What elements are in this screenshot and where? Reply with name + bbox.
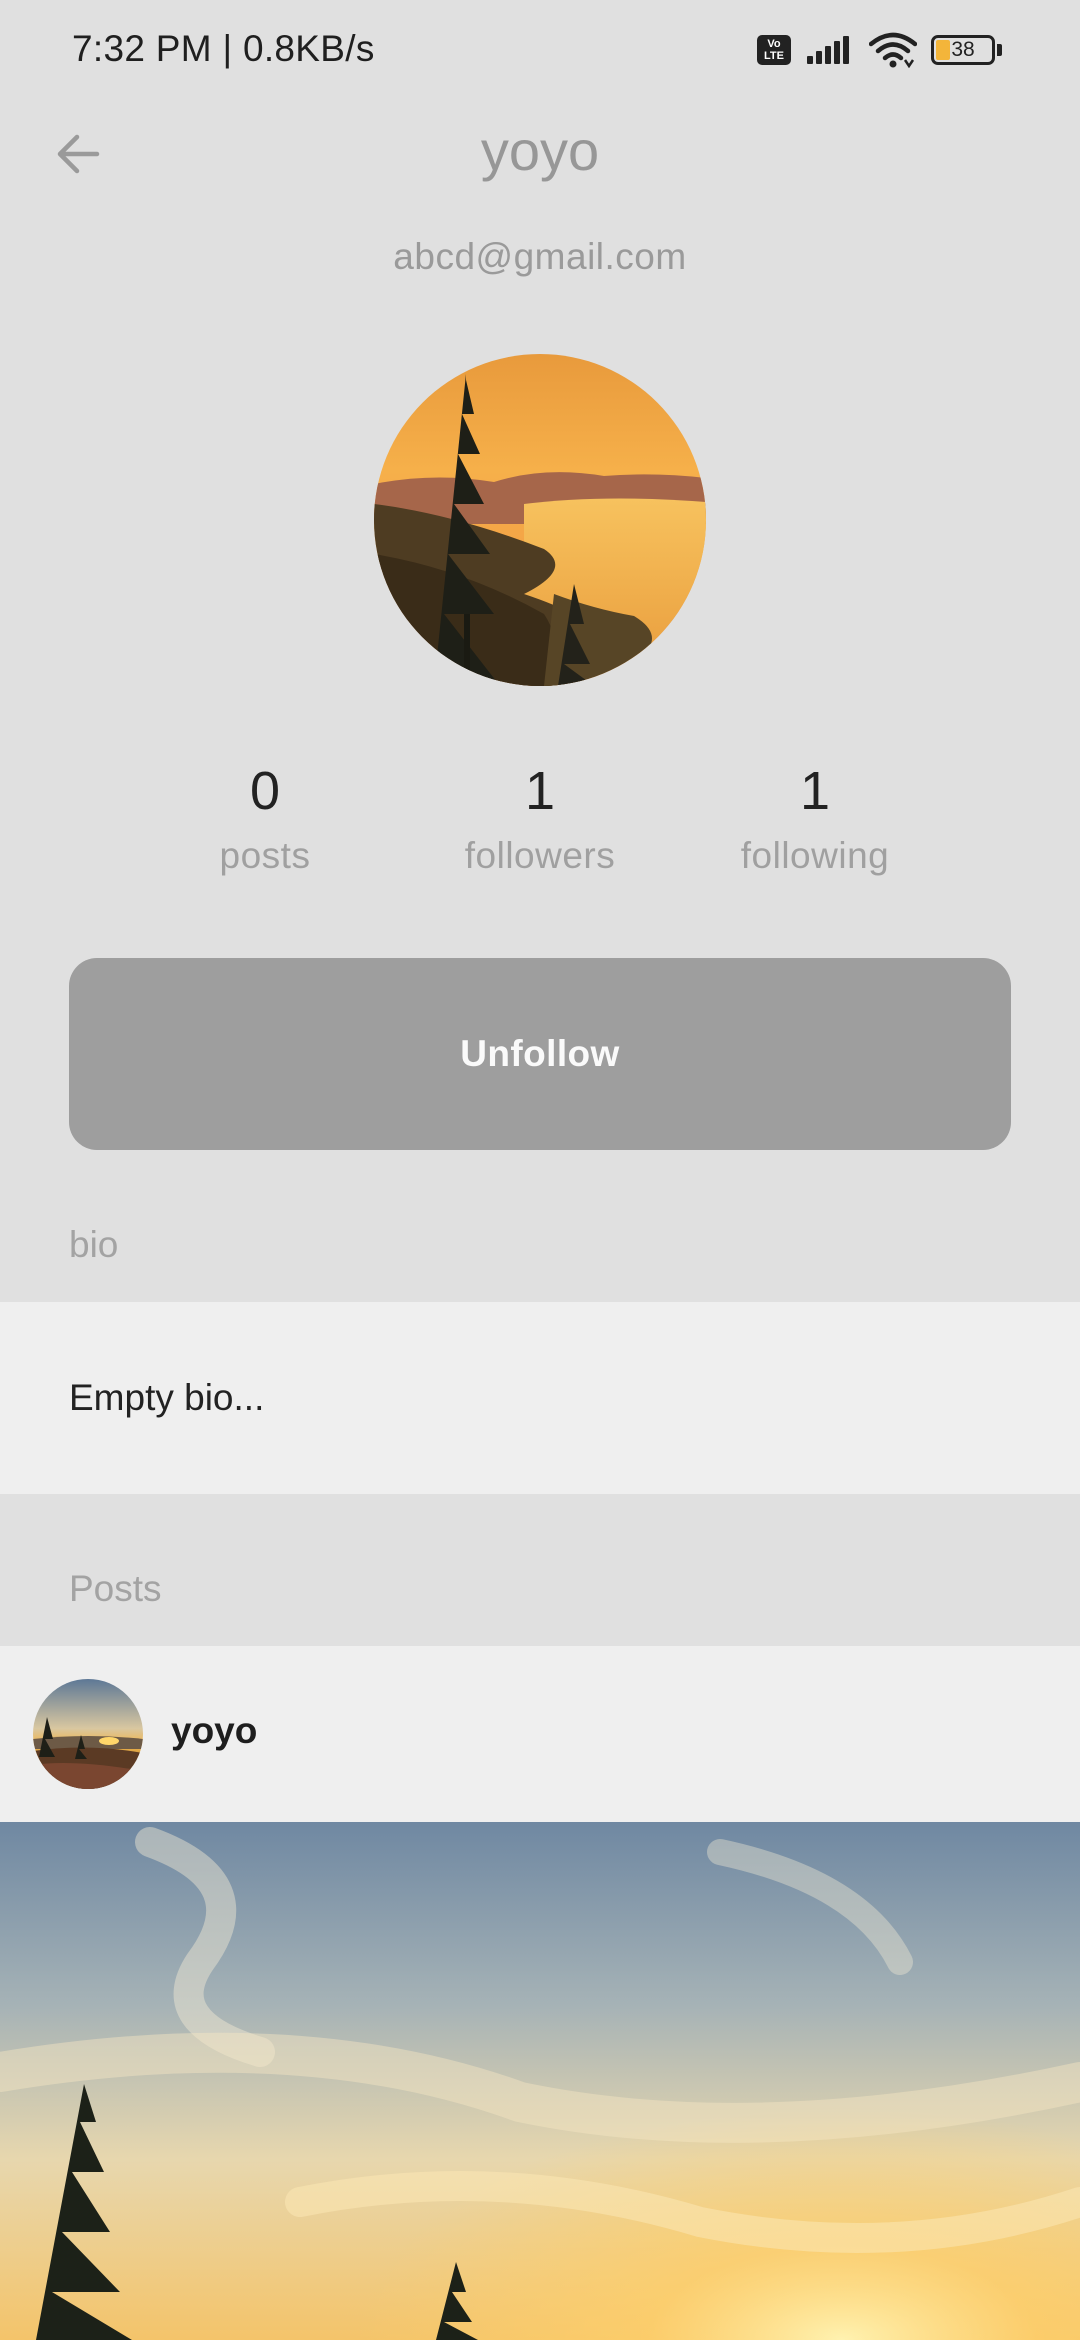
- post-image[interactable]: [0, 1822, 1080, 2340]
- status-bar: 7:32 PM | 0.8KB/s Vo LTE 38: [0, 0, 1080, 100]
- status-time: 7:32 PM | 0.8KB/s: [72, 28, 375, 69]
- signal-icon: [807, 36, 849, 64]
- post-author-name[interactable]: yoyo: [171, 1710, 257, 1752]
- status-icons: Vo LTE 38: [757, 30, 1002, 70]
- stat-value: 1: [799, 761, 831, 821]
- stat-label: posts: [219, 835, 311, 876]
- stat-label: followers: [464, 835, 616, 876]
- stat-value: 1: [524, 761, 556, 821]
- profile-avatar: [374, 354, 706, 686]
- bio-label: bio: [69, 1224, 119, 1265]
- post-header[interactable]: yoyo: [0, 1646, 1080, 1822]
- posts-label: Posts: [69, 1568, 162, 1609]
- battery-level: 38: [951, 38, 975, 61]
- battery-icon: 38: [931, 35, 1002, 65]
- stat-posts[interactable]: 0 posts: [135, 756, 395, 886]
- wifi-icon: [869, 32, 917, 68]
- stat-label: following: [740, 835, 890, 876]
- bio-text: Empty bio...: [0, 1302, 1080, 1494]
- stat-value: 0: [249, 761, 281, 821]
- stat-followers[interactable]: 1 followers: [410, 756, 670, 886]
- profile-stats: 0 posts 1 followers 1 following: [0, 756, 1080, 896]
- post-author-avatar[interactable]: [33, 1679, 143, 1789]
- profile-email: abcd@gmail.com: [393, 236, 687, 277]
- stat-following[interactable]: 1 following: [685, 756, 945, 886]
- unfollow-button[interactable]: Unfollow: [69, 958, 1011, 1150]
- volte-icon: Vo LTE: [757, 35, 791, 65]
- page-title: yoyo: [480, 119, 600, 182]
